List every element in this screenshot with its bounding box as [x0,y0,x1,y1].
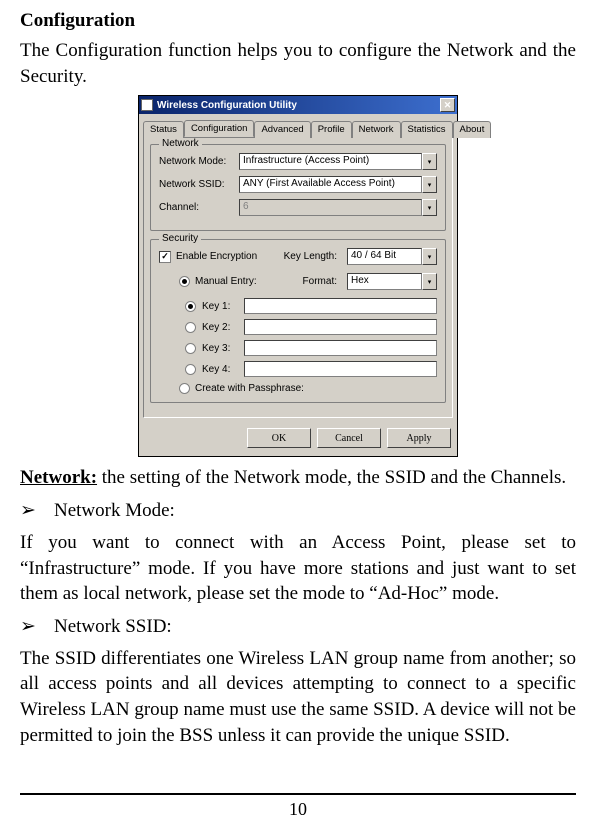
window-title: Wireless Configuration Utility [157,100,297,111]
radio-icon[interactable] [185,301,196,312]
chevron-down-icon[interactable]: ▾ [422,248,437,265]
bullet2-body: The SSID differentiates one Wireless LAN… [20,646,576,749]
close-button[interactable]: ✕ [440,98,455,112]
chevron-down-icon[interactable]: ▾ [422,273,437,290]
apply-button[interactable]: Apply [387,428,451,448]
network-ssid-value: ANY (First Available Access Point) [239,176,422,193]
key2-row: Key 2: [185,319,437,335]
chevron-down-icon[interactable]: ▾ [422,153,437,170]
network-heading-bold: Network: [20,467,97,488]
bullet-network-mode: ➢Network Mode: [20,499,576,522]
bullet-network-ssid: ➢Network SSID: [20,615,576,638]
key-length-combo[interactable]: 40 / 64 Bit ▾ [347,248,437,265]
tab-network[interactable]: Network [352,121,401,138]
intro-paragraph: The Configuration function helps you to … [20,38,576,89]
network-mode-label: Network Mode: [159,156,233,167]
key-length-value: 40 / 64 Bit [347,248,422,265]
tab-configuration[interactable]: Configuration [184,120,255,137]
security-fieldset: Security ✓ Enable Encryption Key Length:… [150,239,446,403]
tab-statistics[interactable]: Statistics [401,121,453,138]
tab-profile[interactable]: Profile [311,121,352,138]
tab-strip: Status Configuration Advanced Profile Ne… [139,114,457,137]
enable-encryption-check[interactable]: ✓ Enable Encryption [159,251,257,263]
passphrase-label: Create with Passphrase: [195,383,304,394]
key3-label: Key 3: [202,343,238,354]
channel-combo: 6 ▾ [239,199,437,216]
network-heading: Network: the setting of the Network mode… [20,465,576,491]
network-fieldset: Network Network Mode: Infrastructure (Ac… [150,144,446,231]
titlebar: Wireless Configuration Utility ✕ [139,96,457,114]
key2-label: Key 2: [202,322,238,333]
network-heading-rest: the setting of the Network mode, the SSI… [97,467,566,488]
channel-value: 6 [239,199,422,216]
app-icon [141,99,153,111]
tab-status[interactable]: Status [143,121,184,138]
security-legend: Security [159,233,201,244]
cancel-button[interactable]: Cancel [317,428,381,448]
tab-panel: Network Network Mode: Infrastructure (Ac… [143,137,453,418]
network-mode-value: Infrastructure (Access Point) [239,153,422,170]
radio-icon[interactable] [179,383,190,394]
bullet-text: Network SSID: [54,616,172,637]
footer-divider [20,793,576,795]
format-combo[interactable]: Hex ▾ [347,273,437,290]
network-ssid-label: Network SSID: [159,179,233,190]
format-value: Hex [347,273,422,290]
radio-icon[interactable] [185,322,196,333]
channel-label: Channel: [159,202,233,213]
enable-encryption-label: Enable Encryption [176,251,257,262]
network-legend: Network [159,138,202,149]
tab-about[interactable]: About [453,121,492,138]
manual-entry-label: Manual Entry: [195,276,257,287]
ok-button[interactable]: OK [247,428,311,448]
key4-label: Key 4: [202,364,238,375]
bullet1-body: If you want to connect with an Access Po… [20,530,576,607]
dialog-buttons: OK Cancel Apply [139,422,457,456]
page-footer: 10 [20,793,576,820]
key3-input[interactable] [244,340,437,356]
key3-row: Key 3: [185,340,437,356]
key-length-label: Key Length: [284,251,337,262]
dialog-window: Wireless Configuration Utility ✕ Status … [138,95,458,457]
key1-row: Key 1: [185,298,437,314]
manual-entry-radio[interactable]: Manual Entry: [179,276,257,287]
key4-row: Key 4: [185,361,437,377]
key4-input[interactable] [244,361,437,377]
bullet-arrow-icon: ➢ [20,615,54,638]
chevron-down-icon[interactable]: ▾ [422,176,437,193]
radio-icon[interactable] [179,276,190,287]
network-ssid-combo[interactable]: ANY (First Available Access Point) ▾ [239,176,437,193]
key1-label: Key 1: [202,301,238,312]
format-label: Format: [303,276,337,287]
checkbox-icon[interactable]: ✓ [159,251,171,263]
network-mode-combo[interactable]: Infrastructure (Access Point) ▾ [239,153,437,170]
bullet-text: Network Mode: [54,500,175,521]
key2-input[interactable] [244,319,437,335]
section-heading: Configuration [20,10,576,32]
tab-advanced[interactable]: Advanced [254,121,310,138]
key1-input[interactable] [244,298,437,314]
page-number: 10 [20,799,576,820]
radio-icon[interactable] [185,364,196,375]
radio-icon[interactable] [185,343,196,354]
dialog-screenshot: Wireless Configuration Utility ✕ Status … [20,95,576,457]
bullet-arrow-icon: ➢ [20,499,54,522]
passphrase-radio[interactable]: Create with Passphrase: [179,383,437,394]
chevron-down-icon: ▾ [422,199,437,216]
